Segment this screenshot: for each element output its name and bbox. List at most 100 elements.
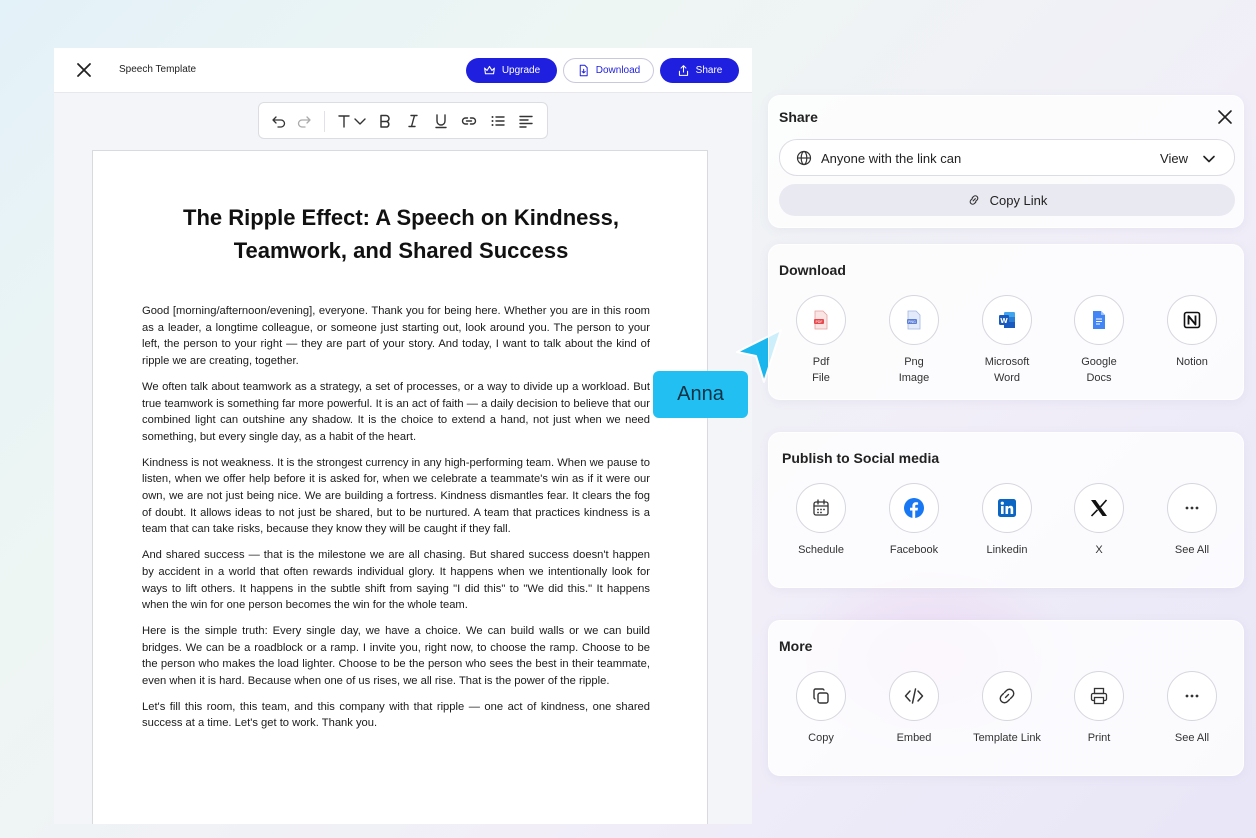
download-google-docs-option[interactable]: Google Docs [1054, 295, 1144, 386]
link-icon [969, 195, 978, 205]
document-name: Speech Template [119, 64, 197, 75]
svg-text:PNG: PNG [908, 320, 916, 324]
close-icon[interactable] [1217, 109, 1233, 125]
option-label: Google Docs [1054, 354, 1144, 386]
pdf-button[interactable]: PDF [796, 295, 846, 345]
png-image-icon: PNG [907, 310, 921, 330]
linkedin-option[interactable]: Linkedin [962, 483, 1052, 558]
format-toolbar [258, 102, 548, 139]
print-button[interactable] [1074, 671, 1124, 721]
option-label: Facebook [889, 544, 939, 556]
option-label: See All [1174, 544, 1210, 556]
download-word-option[interactable]: W Microsoft Word [962, 295, 1052, 386]
redo-icon [297, 116, 311, 128]
print-option[interactable]: Print [1054, 671, 1144, 746]
underline-button[interactable] [432, 112, 450, 130]
x-option[interactable]: X [1054, 483, 1144, 558]
option-label-line: Image [898, 372, 930, 384]
facebook-button[interactable] [889, 483, 939, 533]
more-panel: More Copy Embed Template Link Print See … [768, 620, 1244, 776]
more-dots-icon [1185, 694, 1199, 698]
upgrade-button[interactable]: Upgrade [466, 58, 557, 83]
share-panel-title: Share [779, 109, 818, 125]
svg-text:W: W [1000, 317, 1008, 325]
option-label: See All [1174, 732, 1210, 744]
embed-option[interactable]: Embed [869, 671, 959, 746]
option-label: X [1095, 544, 1103, 556]
close-icon[interactable] [74, 60, 94, 80]
italic-icon [408, 114, 418, 128]
embed-button[interactable] [889, 671, 939, 721]
option-label: Copy [808, 732, 834, 744]
toolbar-divider [324, 111, 325, 132]
calendar-icon [813, 499, 829, 516]
google-docs-icon [1093, 311, 1105, 329]
upgrade-label: Upgrade [501, 65, 541, 76]
align-button[interactable] [517, 112, 535, 130]
link-access-value: View [1160, 151, 1188, 166]
paragraph: We often talk about teamwork as a strate… [142, 380, 650, 443]
social-see-all-button[interactable] [1167, 483, 1217, 533]
download-notion-option[interactable]: Notion [1147, 295, 1237, 370]
x-button[interactable] [1074, 483, 1124, 533]
editor-window: Speech Template Upgrade Download Share T… [54, 48, 752, 824]
download-png-option[interactable]: PNG Png Image [869, 295, 959, 386]
facebook-option[interactable]: Facebook [869, 483, 959, 558]
download-panel-title: Download [779, 262, 846, 278]
redo-button[interactable] [295, 112, 313, 130]
copy-link-label: Copy Link [989, 192, 1048, 208]
download-pdf-option[interactable]: PDF Pdf File [776, 295, 866, 386]
option-label: Schedule [798, 544, 844, 556]
share-label: Share [695, 65, 723, 76]
copy-button[interactable] [796, 671, 846, 721]
option-label: Pdf File [776, 354, 866, 386]
italic-button[interactable] [404, 112, 422, 130]
template-link-button[interactable] [982, 671, 1032, 721]
notion-icon [1183, 311, 1201, 329]
bold-button[interactable] [376, 112, 394, 130]
option-label-line: Microsoft [984, 356, 1030, 368]
more-see-all-button[interactable] [1167, 671, 1217, 721]
option-label: Embed [896, 732, 932, 744]
undo-icon [272, 116, 286, 128]
bullet-list-button[interactable] [489, 112, 507, 130]
chevron-down-icon [1203, 155, 1215, 163]
document-title: The Ripple Effect: A Speech on Kindness,… [133, 201, 669, 267]
schedule-option[interactable]: Schedule [776, 483, 866, 558]
schedule-button[interactable] [796, 483, 846, 533]
share-panel: Share Anyone with the link can View Copy… [768, 95, 1244, 228]
notion-button[interactable] [1167, 295, 1217, 345]
document-title-line: Teamwork, and Shared Success [233, 238, 569, 263]
download-panel: Download PDF Pdf File PNG Png Image W Mi… [768, 244, 1244, 400]
download-button[interactable]: Download [563, 58, 654, 83]
google-docs-button[interactable] [1074, 295, 1124, 345]
social-panel-title: Publish to Social media [782, 450, 940, 466]
paragraph: Good [morning/afternoon/evening], everyo… [142, 305, 650, 368]
more-see-all-option[interactable]: See All [1147, 671, 1237, 746]
svg-text:PDF: PDF [815, 320, 822, 324]
pdf-file-icon: PDF [814, 310, 828, 330]
linkedin-button[interactable] [982, 483, 1032, 533]
social-see-all-option[interactable]: See All [1147, 483, 1237, 558]
template-link-option[interactable]: Template Link [962, 671, 1052, 746]
copy-link-button[interactable]: Copy Link [779, 184, 1235, 216]
download-file-icon [579, 64, 588, 77]
undo-button[interactable] [270, 112, 288, 130]
paragraph: Here is the simple truth: Every single d… [142, 624, 650, 688]
option-label-line: Notion [1176, 356, 1208, 368]
share-button[interactable]: Share [660, 58, 739, 83]
option-label-line: Pdf [812, 356, 830, 368]
globe-icon [796, 150, 812, 166]
option-label: Print [1087, 732, 1111, 744]
link-icon [461, 117, 477, 125]
word-button[interactable]: W [982, 295, 1032, 345]
text-style-dropdown[interactable] [351, 112, 369, 130]
link-access-select[interactable]: Anyone with the link can View [779, 139, 1235, 176]
bold-icon [380, 114, 390, 128]
copy-option[interactable]: Copy [776, 671, 866, 746]
paragraph: And shared success — that is the milesto… [142, 549, 650, 612]
link-button[interactable] [460, 112, 478, 130]
document-page[interactable]: The Ripple Effect: A Speech on Kindness,… [92, 150, 708, 824]
facebook-icon [904, 498, 924, 518]
png-button[interactable]: PNG [889, 295, 939, 345]
